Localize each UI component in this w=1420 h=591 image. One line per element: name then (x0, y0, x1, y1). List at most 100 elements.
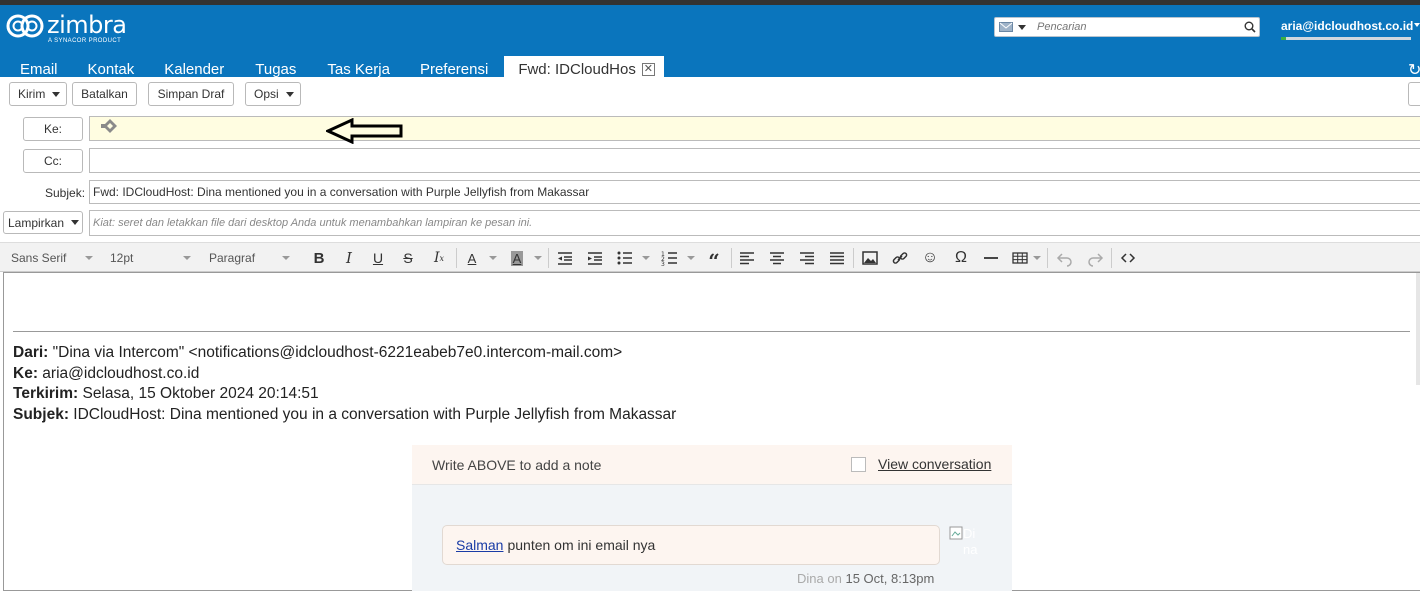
blockquote-icon[interactable]: “ (704, 248, 724, 273)
view-conversation-checkbox[interactable] (851, 457, 866, 472)
options-button-label: Opsi (254, 87, 279, 101)
app-header: zimbra A SYNACOR PRODUCT aria@idcloudhos… (0, 5, 1420, 82)
emoji-icon[interactable]: ☺ (920, 248, 940, 268)
toolbar-divider (1047, 248, 1048, 268)
outdent-icon[interactable] (555, 248, 575, 268)
underline-icon[interactable]: U (368, 248, 388, 268)
cancel-button[interactable]: Batalkan (72, 82, 137, 106)
text-color-icon[interactable]: A (462, 248, 482, 268)
send-button[interactable]: Kirim (9, 82, 67, 106)
font-size-select[interactable]: 12pt (110, 243, 133, 273)
avatar-alt-text-1: Di (963, 526, 976, 541)
font-family-select[interactable]: Sans Serif (11, 243, 66, 273)
note-author: Dina (797, 571, 824, 586)
chevron-down-icon (85, 256, 93, 260)
forward-sent-row: Terkirim: Selasa, 15 Oktober 2024 20:14:… (13, 384, 676, 405)
editor-scrollbar[interactable] (1416, 273, 1420, 385)
forward-to-value: aria@idcloudhost.co.id (42, 364, 200, 382)
search-icon[interactable] (1241, 18, 1259, 36)
chevron-down-icon (1033, 256, 1041, 260)
quota-fill (1281, 37, 1287, 40)
numbered-list-icon[interactable]: 123 (660, 248, 680, 268)
to-field[interactable] (89, 116, 1420, 141)
note-timestamp: 15 Oct, 8:13pm (845, 571, 935, 586)
close-tab-icon[interactable]: ✕ (641, 62, 655, 76)
forward-from-label: Dari: (13, 344, 49, 361)
cc-button[interactable]: Cc: (23, 149, 83, 173)
redo-icon[interactable] (1085, 248, 1105, 268)
forwarded-headers: Dari: "Dina via Intercom" <notifications… (13, 343, 676, 425)
image-icon[interactable] (860, 248, 880, 268)
detach-window-button[interactable] (1408, 82, 1420, 106)
chevron-down-icon (282, 256, 290, 260)
forward-to-label: Ke: (13, 364, 38, 382)
toolbar-divider (456, 248, 457, 268)
chevron-down-icon (1018, 24, 1026, 30)
compose-toolbar: Kirim Batalkan Simpan Draf Opsi (0, 77, 1420, 113)
undo-icon[interactable] (1055, 248, 1075, 268)
bold-icon[interactable]: B (309, 248, 329, 268)
chevron-down-icon (71, 220, 80, 225)
source-code-icon[interactable] (1118, 248, 1138, 268)
bullet-list-icon[interactable] (615, 248, 635, 268)
forward-subject-row: Subjek: IDCloudHost: Dina mentioned you … (13, 405, 676, 426)
cc-field[interactable] (89, 148, 1420, 173)
link-icon[interactable] (890, 248, 910, 268)
italic-icon[interactable]: I (339, 248, 359, 268)
save-draft-button[interactable]: Simpan Draf (148, 82, 234, 106)
forward-divider (13, 331, 1410, 332)
align-center-icon[interactable] (767, 248, 787, 268)
strikethrough-icon[interactable]: S (398, 248, 418, 268)
write-above-hint: Write ABOVE to add a note (432, 456, 602, 473)
subject-label: Subjek: (45, 186, 86, 200)
intercom-card-header: Write ABOVE to add a note View conversat… (412, 445, 1012, 485)
avatar-alt-text-2: na (963, 542, 978, 557)
intercom-notification-card: Write ABOVE to add a note View conversat… (412, 445, 1012, 591)
message-body-editor[interactable]: Dari: "Dina via Intercom" <notifications… (3, 272, 1420, 591)
search-type-dropdown[interactable] (995, 18, 1033, 36)
mail-icon (999, 22, 1013, 32)
contact-picker-icon[interactable] (100, 118, 120, 136)
paragraph-select[interactable]: Paragraf (209, 243, 255, 273)
forward-from-row: Dari: "Dina via Intercom" <notifications… (13, 343, 676, 364)
align-left-icon[interactable] (737, 248, 757, 268)
editor-toolbar: Sans Serif 12pt Paragraf B I U S Ix A A … (0, 242, 1420, 273)
svg-text:3: 3 (661, 261, 665, 268)
toolbar-divider (853, 248, 854, 268)
options-button[interactable]: Opsi (245, 82, 301, 106)
left-arrow-annotation-icon (326, 118, 403, 144)
note-text: punten om ini email nya (507, 537, 656, 553)
chevron-down-icon (489, 256, 497, 260)
horizontal-rule-icon[interactable] (981, 248, 1001, 268)
search-bar (994, 17, 1260, 37)
attach-button[interactable]: Lampirkan (3, 211, 83, 234)
zimbra-logo[interactable]: zimbra A SYNACOR PRODUCT (5, 11, 127, 47)
justify-icon[interactable] (827, 248, 847, 268)
to-button[interactable]: Ke: (23, 117, 83, 141)
view-conversation-link[interactable]: View conversation (878, 456, 991, 472)
special-char-icon[interactable]: Ω (951, 248, 971, 268)
zimbra-logo-icon (5, 13, 45, 41)
forward-subject-label: Subjek: (13, 405, 69, 423)
table-icon[interactable] (1010, 248, 1030, 268)
mention-link[interactable]: Salman (456, 537, 503, 553)
chevron-down-icon (687, 256, 695, 260)
note-on: on (827, 571, 842, 586)
indent-icon[interactable] (585, 248, 605, 268)
highlight-color-icon[interactable]: A (507, 248, 527, 268)
brand-name: zimbra (47, 11, 127, 39)
toolbar-divider (548, 248, 549, 268)
search-input[interactable] (1033, 19, 1241, 35)
chevron-down-icon (642, 256, 650, 260)
user-menu-chevron-icon[interactable] (1414, 23, 1420, 27)
align-right-icon[interactable] (797, 248, 817, 268)
toolbar-divider (731, 248, 732, 268)
note-meta: Dina on 15 Oct, 8:13pm (797, 571, 934, 586)
attachment-dropzone[interactable]: Kiat: seret dan letakkan file dari deskt… (89, 210, 1420, 236)
chevron-down-icon (534, 256, 542, 260)
user-account-menu[interactable]: aria@idcloudhost.co.id (1281, 19, 1413, 33)
broken-image-icon (949, 526, 963, 540)
clear-format-icon[interactable]: Ix (429, 248, 449, 268)
subject-field[interactable]: Fwd: IDCloudHost: Dina mentioned you in … (89, 180, 1420, 204)
brand-subtitle: A SYNACOR PRODUCT (48, 38, 122, 44)
